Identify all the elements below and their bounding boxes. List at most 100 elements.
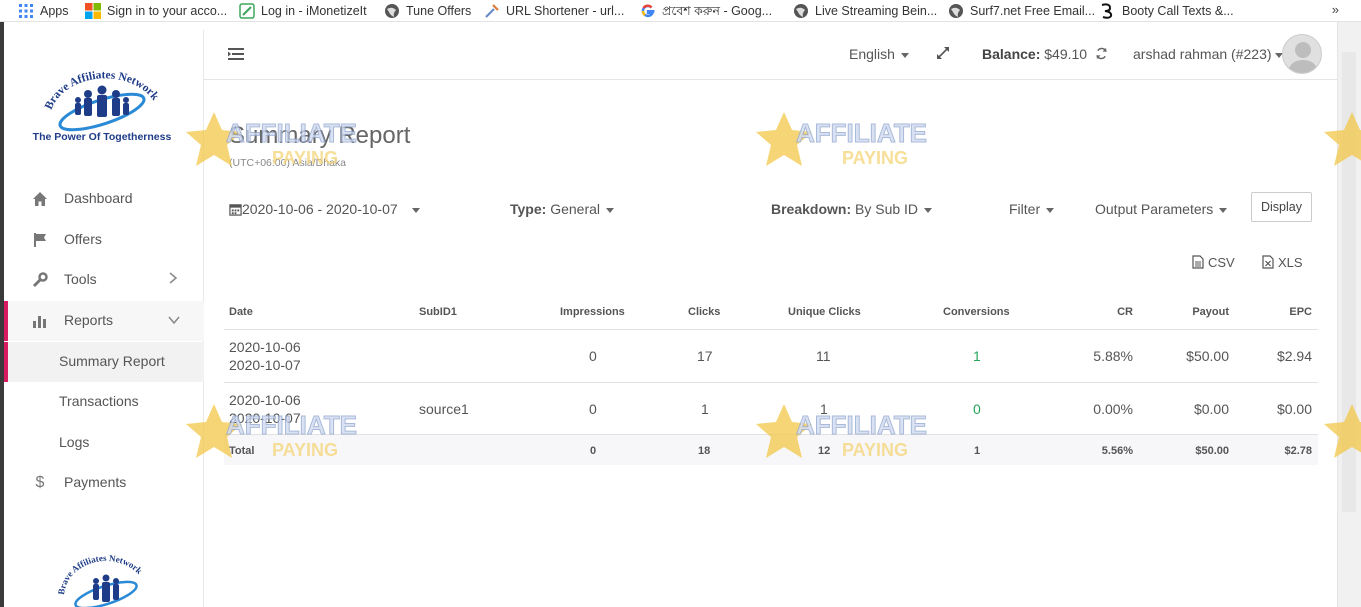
caret-down-icon (411, 207, 420, 213)
column-header-payout[interactable]: Payout (1192, 306, 1229, 318)
caret-down-icon (900, 52, 909, 58)
flag-icon (32, 232, 48, 248)
filter-dropdown[interactable]: Filter (1009, 201, 1055, 217)
export-csv-button[interactable]: CSV (1192, 255, 1235, 272)
sidebar-item-offers[interactable]: Offers (4, 220, 204, 260)
total-unique-clicks: 12 (818, 445, 831, 457)
cell-unique-clicks: 1 (820, 401, 828, 417)
cell-cr: 5.88% (1093, 348, 1133, 364)
user-menu[interactable]: arshad rahman (#223) (1133, 46, 1283, 62)
sidebar-subitem-transactions[interactable]: Transactions (4, 382, 204, 422)
caret-down-icon (1219, 207, 1228, 213)
bookmark-url-shortener[interactable]: URL Shortener - url... (484, 0, 624, 22)
cell-date-to: 2020-10-07 (229, 357, 301, 373)
caret-down-icon (1046, 207, 1055, 213)
svg-text:The Power Of Togetherness: The Power Of Togetherness (33, 131, 172, 143)
cell-date-to: 2020-10-07 (229, 410, 301, 426)
fullscreen-icon[interactable] (936, 46, 950, 60)
column-header-impressions[interactable]: Impressions (560, 306, 625, 318)
brand-logo[interactable]: Brave Affiliates Network The Power Of To… (30, 52, 180, 172)
balance-display: Balance: $49.10 (982, 46, 1108, 63)
display-button[interactable]: Display (1251, 192, 1312, 222)
bookmark-apps[interactable]: Apps (18, 0, 69, 22)
cell-clicks: 17 (697, 348, 713, 364)
globe-icon (793, 3, 809, 19)
microsoft-icon (85, 3, 101, 19)
bookmark-live-streaming[interactable]: Live Streaming Bein... (793, 0, 937, 22)
sidebar: Brave Affiliates Network The Power Of To… (4, 30, 204, 607)
cell-conversions[interactable]: 0 (973, 401, 981, 417)
sidebar-item-dashboard[interactable]: Dashboard (4, 179, 204, 219)
sidebar-item-reports[interactable]: Reports (4, 301, 204, 341)
total-cr: 5.56% (1101, 445, 1133, 457)
brand-logo-footer: Brave Affiliates Network (54, 545, 158, 607)
refresh-icon[interactable] (1095, 47, 1108, 63)
globe-icon (948, 3, 964, 19)
bookmark-google-signin[interactable]: প্রবেশ করুন - Goog... (640, 0, 772, 22)
column-header-date[interactable]: Date (229, 306, 253, 318)
vertical-scrollbar[interactable] (1337, 22, 1361, 607)
column-header-clicks[interactable]: Clicks (688, 306, 720, 318)
scrollbar-thumb[interactable] (1342, 52, 1356, 512)
language-dropdown[interactable]: English (849, 46, 909, 62)
column-header-cr[interactable]: CR (1117, 306, 1133, 318)
calendar-icon (229, 203, 242, 219)
file-excel-icon (1262, 255, 1274, 272)
output-parameters-dropdown[interactable]: Output Parameters (1095, 201, 1228, 217)
bookmark-microsoft[interactable]: Sign in to your acco... (85, 0, 227, 22)
column-header-epc[interactable]: EPC (1289, 306, 1312, 318)
globe-icon (384, 3, 400, 19)
bookmarks-overflow-button[interactable]: » (1332, 2, 1339, 17)
column-header-subid1[interactable]: SubID1 (419, 306, 457, 318)
cell-payout: $0.00 (1193, 401, 1229, 417)
caret-down-icon (924, 207, 933, 213)
affiliate-paying-watermark: AFFILIATE PAYING (756, 112, 927, 168)
bookmark-tune-offers[interactable]: Tune Offers (384, 0, 471, 22)
cell-cr: 0.00% (1093, 401, 1133, 417)
top-header: English Balance: $49.10 arshad rahman (#… (204, 30, 1337, 80)
row-divider (224, 382, 1318, 383)
chevron-down-icon (168, 313, 180, 328)
sidebar-item-payments[interactable]: $ Payments (4, 463, 204, 503)
cell-date-from: 2020-10-06 (229, 339, 301, 355)
cell-epc: $0.00 (1276, 401, 1312, 417)
pencil-doc-icon (239, 3, 255, 19)
column-header-conversions[interactable]: Conversions (943, 306, 1010, 318)
wrench-icon (32, 272, 48, 288)
total-impressions: 0 (590, 445, 597, 457)
total-epc: $2.78 (1284, 445, 1312, 457)
sidebar-toggle-icon[interactable] (228, 47, 244, 61)
date-range-picker[interactable]: 2020-10-06 - 2020-10-07 (229, 201, 420, 219)
file-text-icon (1192, 255, 1204, 272)
export-xls-button[interactable]: XLS (1262, 255, 1303, 272)
svg-text:PAYING: PAYING (842, 148, 908, 168)
caret-down-icon (606, 207, 615, 213)
svg-text:AFFILIATE: AFFILIATE (796, 118, 927, 148)
svg-text:Brave Affiliates Network: Brave Affiliates Network (56, 553, 144, 595)
avatar[interactable] (1282, 34, 1322, 74)
cell-impressions: 0 (589, 348, 597, 364)
home-icon (32, 191, 48, 207)
cell-impressions: 0 (589, 401, 597, 417)
cell-unique-clicks: 11 (816, 348, 831, 364)
sidebar-subitem-logs[interactable]: Logs (4, 423, 204, 463)
type-dropdown[interactable]: Type: General (510, 201, 615, 217)
page-title: Summary Report (229, 122, 411, 149)
bookmark-booty-call[interactable]: Booty Call Texts &... (1100, 0, 1234, 22)
cell-date-from: 2020-10-06 (229, 392, 301, 408)
total-conversions: 1 (974, 445, 981, 457)
total-payout: $50.00 (1195, 445, 1229, 457)
apps-grid-icon (18, 3, 34, 19)
breakdown-dropdown[interactable]: Breakdown: By Sub ID (771, 201, 933, 217)
bc-logo-icon (1100, 3, 1116, 19)
cell-clicks: 1 (701, 401, 709, 417)
sidebar-item-tools[interactable]: Tools (4, 260, 204, 300)
dollar-icon: $ (35, 474, 45, 491)
bookmark-surf7[interactable]: Surf7.net Free Email... (948, 0, 1095, 22)
cell-conversions[interactable]: 1 (973, 348, 981, 364)
column-header-unique-clicks[interactable]: Unique Clicks (788, 306, 861, 318)
total-clicks: 18 (698, 445, 711, 457)
sidebar-subitem-summary-report[interactable]: Summary Report (4, 342, 204, 382)
chevron-right-icon (168, 272, 178, 287)
bookmark-imonetizeit[interactable]: Log in - iMonetizeIt (239, 0, 367, 22)
